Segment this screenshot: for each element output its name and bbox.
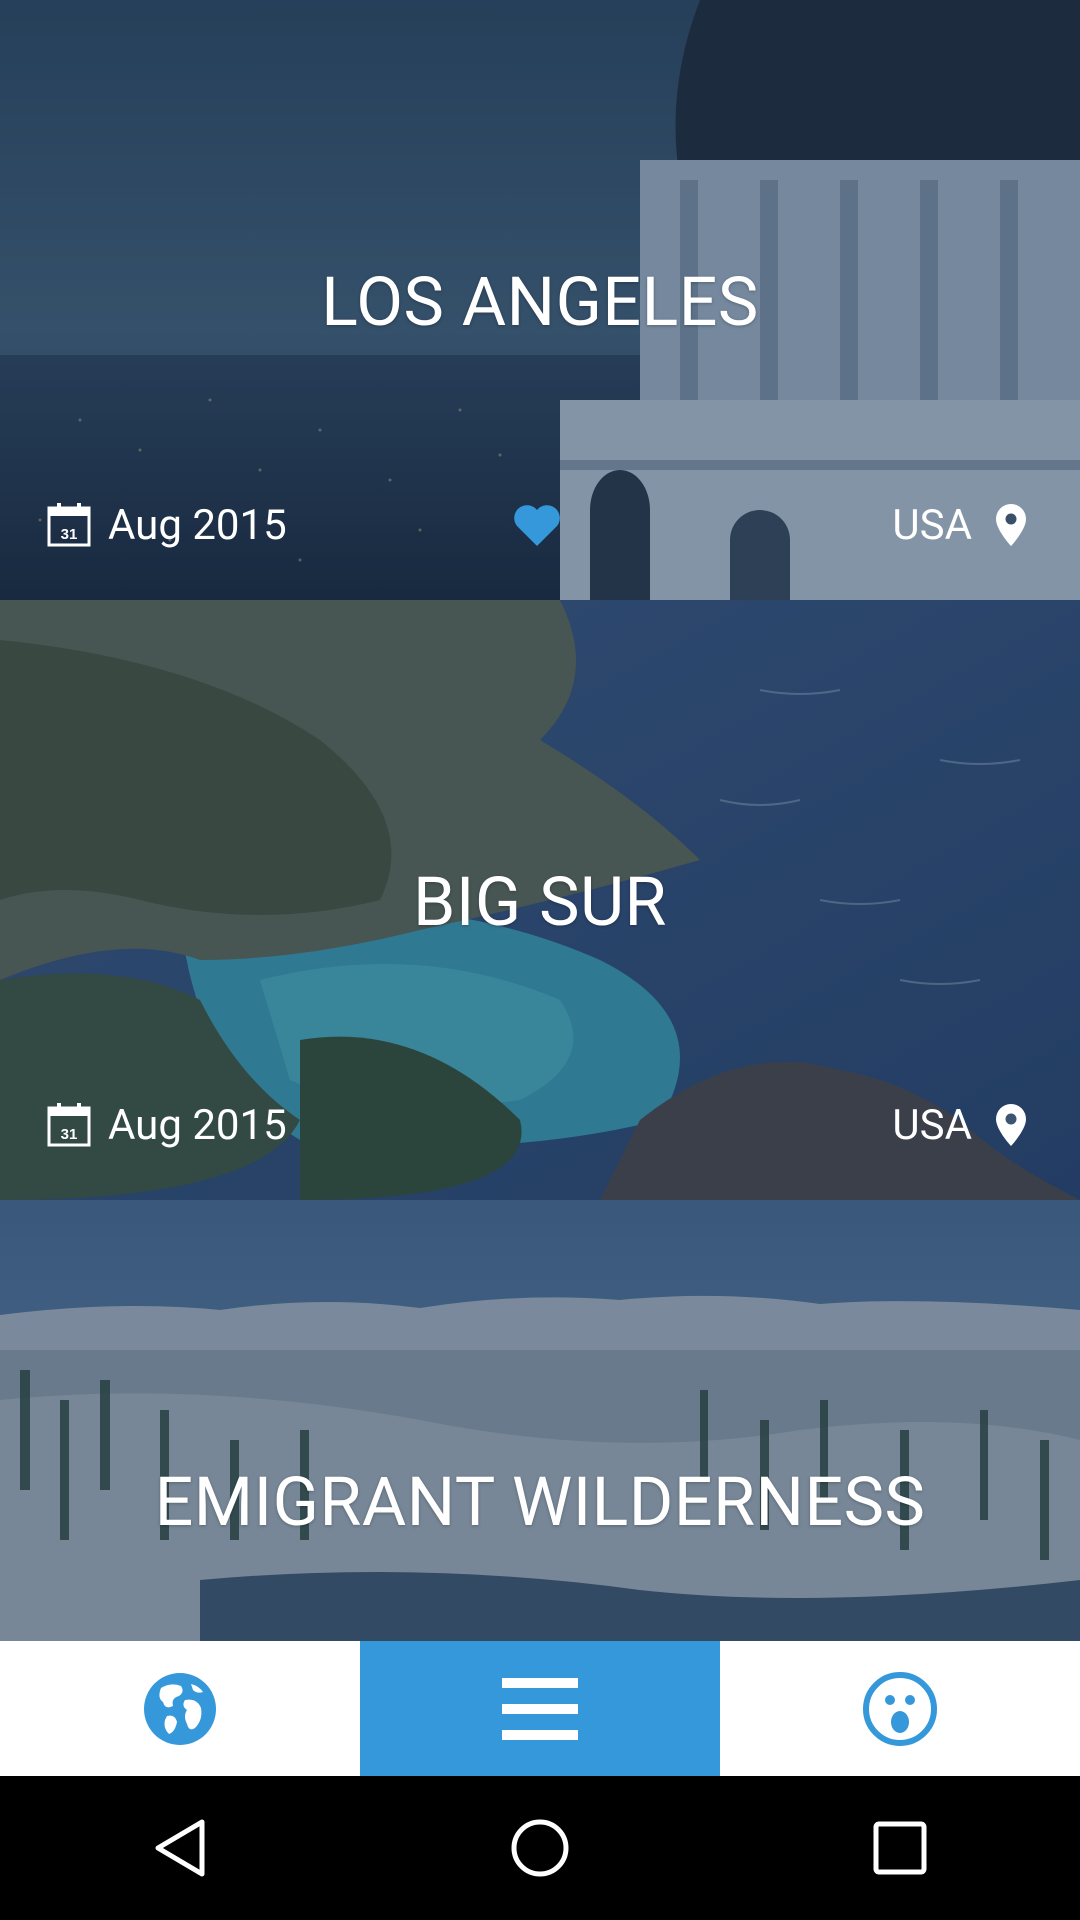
location-pin-icon	[996, 504, 1026, 546]
calendar-icon: 31	[47, 1103, 91, 1147]
card-overlay	[0, 1200, 1080, 1641]
trip-title[interactable]: LOS ANGELES	[0, 262, 1080, 342]
trip-title[interactable]: BIG SUR	[0, 862, 1080, 942]
list-menu-icon	[502, 1677, 578, 1740]
back-icon	[155, 1819, 205, 1877]
system-home-button[interactable]	[480, 1788, 600, 1908]
trip-country-label: USA	[892, 1100, 972, 1150]
trip-meta: 31 Aug 2015 USA	[46, 495, 1028, 555]
trip-location: USA	[892, 501, 1028, 550]
trip-meta: 31 Aug 2015 USA	[46, 1095, 1028, 1155]
trip-location: USA	[892, 1101, 1028, 1150]
recents-icon	[873, 1821, 927, 1875]
system-back-button[interactable]	[120, 1788, 240, 1908]
trip-card-los-angeles[interactable]: LOS ANGELES 31 Aug 2015 USA	[0, 0, 1080, 600]
system-navigation-bar	[0, 1776, 1080, 1920]
nav-explore-tab[interactable]	[0, 1641, 360, 1776]
trip-date-label: Aug 2015	[108, 500, 287, 550]
trip-date: 31 Aug 2015	[46, 1101, 287, 1150]
nav-trips-tab[interactable]	[360, 1641, 720, 1776]
trip-card-emigrant-wilderness[interactable]: EMIGRANT WILDERNESS	[0, 1200, 1080, 1641]
heart-icon[interactable]	[512, 502, 562, 548]
trip-date: 31 Aug 2015	[46, 501, 287, 550]
trip-country-label: USA	[892, 500, 972, 550]
trip-feed[interactable]: LOS ANGELES 31 Aug 2015 USA BIG SUR 31 A…	[0, 0, 1080, 1641]
trip-date-label: Aug 2015	[108, 1100, 287, 1150]
svg-text:31: 31	[61, 526, 78, 543]
surprised-face-icon	[863, 1671, 937, 1746]
trip-title[interactable]: EMIGRANT WILDERNESS	[0, 1462, 1080, 1542]
location-pin-icon	[996, 1104, 1026, 1146]
system-recents-button[interactable]	[840, 1788, 960, 1908]
bottom-navigation	[0, 1641, 1080, 1776]
svg-text:31: 31	[61, 1126, 78, 1143]
trip-card-big-sur[interactable]: BIG SUR 31 Aug 2015 USA	[0, 600, 1080, 1200]
nav-profile-tab[interactable]	[720, 1641, 1080, 1776]
calendar-icon: 31	[47, 503, 91, 547]
home-icon	[511, 1819, 569, 1877]
globe-icon	[144, 1672, 216, 1745]
